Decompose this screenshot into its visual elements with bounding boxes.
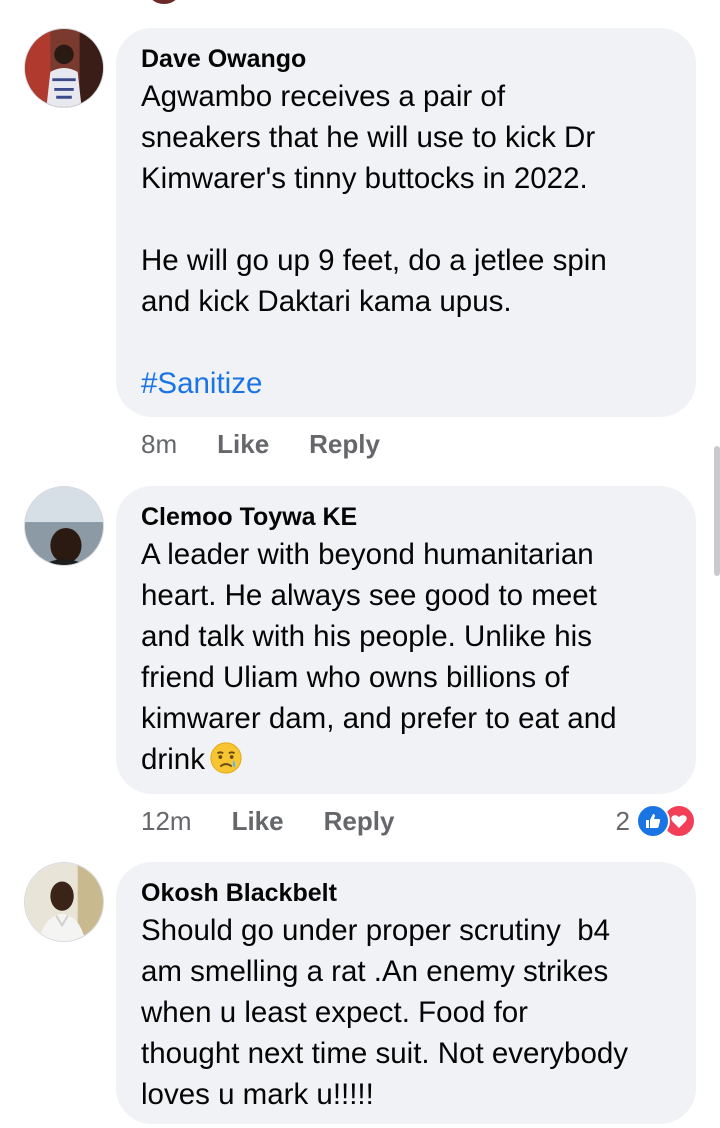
comment-time[interactable]: 12m	[141, 806, 192, 837]
hashtag-link[interactable]: #Sanitize	[141, 363, 672, 404]
profile-photo	[25, 863, 103, 941]
comment-time[interactable]: 8m	[141, 429, 177, 460]
comment-author[interactable]: Dave Owango	[141, 42, 672, 76]
previous-comment-avatar[interactable]	[146, 0, 182, 4]
sad-relieved-face-icon	[210, 742, 242, 774]
comment-text: Should go under proper scrutiny b4 am sm…	[141, 914, 629, 1111]
reply-button[interactable]: Reply	[309, 429, 380, 460]
comment-text: He will go up 9 feet, do a jetlee spin a…	[141, 244, 607, 318]
avatar[interactable]	[24, 486, 104, 566]
avatar[interactable]	[24, 28, 104, 108]
reaction-count: 2	[615, 805, 630, 836]
comment-text: Agwambo receives a pair of sneakers that…	[141, 80, 596, 195]
comment-bubble: Okosh Blackbelt Should go under proper s…	[116, 862, 696, 1124]
profile-photo	[25, 29, 103, 107]
reaction-summary[interactable]: 2	[616, 801, 696, 841]
profile-photo	[25, 487, 103, 565]
comment-author[interactable]: Clemoo Toywa KE	[141, 500, 672, 534]
like-button[interactable]: Like	[232, 806, 284, 837]
comment-author[interactable]: Okosh Blackbelt	[141, 876, 672, 910]
avatar[interactable]	[24, 862, 104, 942]
scrollbar[interactable]	[714, 446, 720, 576]
comment-actions: 8m Like Reply	[141, 424, 420, 464]
comment-actions: 12m Like Reply	[141, 801, 434, 841]
comment-bubble: Clemoo Toywa KE A leader with beyond hum…	[116, 486, 696, 794]
like-button[interactable]: Like	[217, 429, 269, 460]
like-icon	[636, 804, 670, 838]
comment-bubble: Dave Owango Agwambo receives a pair of s…	[116, 28, 696, 417]
comment-text: A leader with beyond humanitarian heart.…	[141, 534, 672, 780]
reply-button[interactable]: Reply	[324, 806, 395, 837]
